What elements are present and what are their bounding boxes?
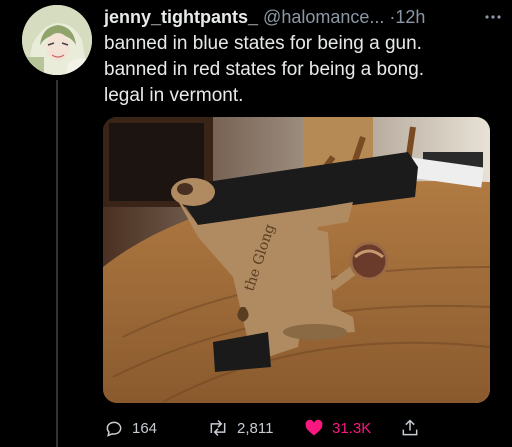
- retweet-count: 2,811: [237, 419, 274, 437]
- retweet-icon: [210, 419, 226, 437]
- tweet-text: banned in blue states for being a gun. b…: [104, 31, 504, 109]
- handle[interactable]: @halomance...: [263, 7, 384, 27]
- gun-bong-photo: the Glong: [103, 117, 490, 403]
- tweet-text-line: banned in blue states for being a gun.: [104, 33, 422, 54]
- avatar-illustration: [22, 5, 92, 75]
- avatar[interactable]: [22, 5, 92, 75]
- reply-count: 164: [132, 419, 158, 437]
- tweet-header: jenny_tightpants_ @halomance... ·12h: [104, 4, 512, 30]
- reply-button[interactable]: 164: [104, 413, 157, 443]
- timestamp[interactable]: 12h: [395, 7, 425, 27]
- tweet-image[interactable]: the Glong: [103, 117, 490, 403]
- retweet-button[interactable]: 2,811: [207, 413, 273, 443]
- like-button[interactable]: 31.3K: [304, 413, 371, 443]
- reply-icon: [106, 421, 122, 437]
- heart-icon: [305, 419, 323, 436]
- tweet-text-line: legal in vermont.: [104, 85, 244, 106]
- tweet-text-line: banned in red states for being a bong.: [104, 59, 425, 80]
- tweet-actions: 164 2,811 31.3K: [104, 413, 504, 443]
- display-name[interactable]: jenny_tightpants_: [104, 7, 258, 27]
- share-button[interactable]: [400, 413, 420, 443]
- like-count: 31.3K: [332, 419, 372, 437]
- share-icon: [402, 419, 418, 436]
- thread-line: [56, 80, 58, 447]
